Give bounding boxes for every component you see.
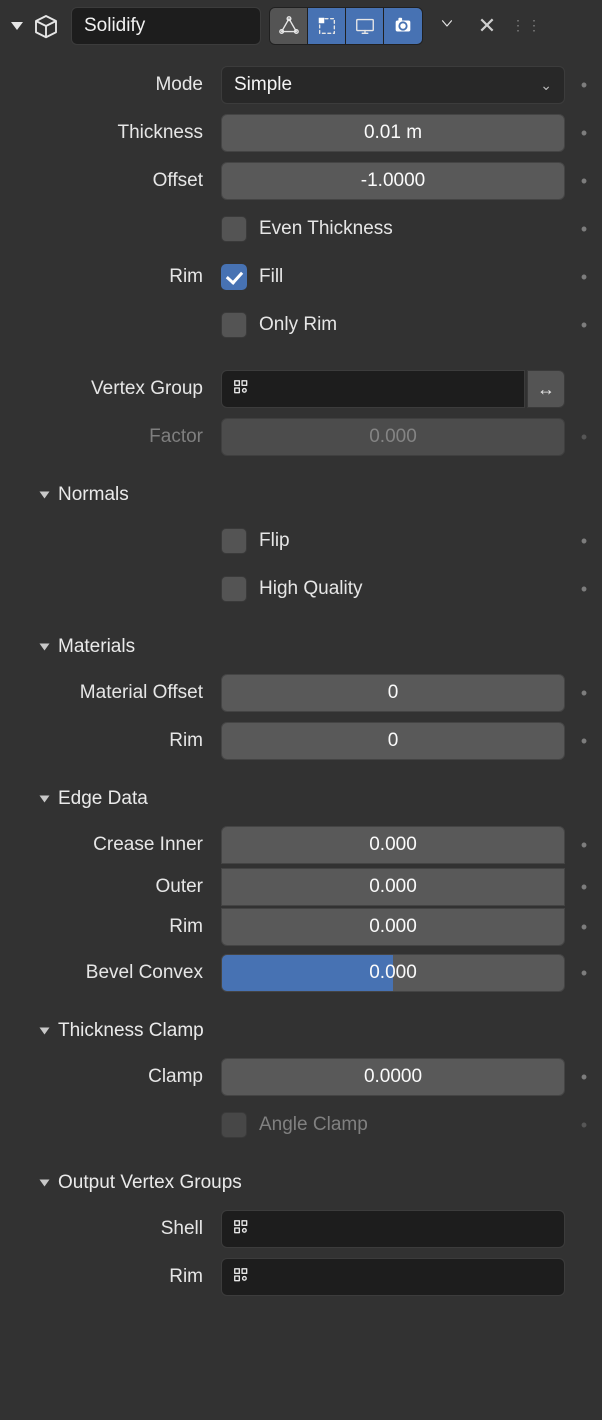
thickness-clamp-section-header[interactable]: Thickness Clamp — [3, 1009, 599, 1053]
thickness-input[interactable]: 0.01 m — [221, 114, 565, 152]
flip-normals-checkbox[interactable] — [221, 528, 247, 554]
toggle-cage[interactable] — [308, 8, 346, 44]
angle-clamp-label: Angle Clamp — [259, 1114, 368, 1136]
clamp-label: Clamp — [3, 1066, 221, 1088]
high-quality-label: High Quality — [259, 578, 363, 600]
mode-label: Mode — [3, 74, 221, 96]
bevel-convex-label: Bevel Convex — [3, 962, 221, 984]
collapse-toggle-icon[interactable] — [11, 22, 23, 30]
bevel-convex-input[interactable]: 0.000 — [221, 954, 565, 992]
toggle-edit-mode[interactable] — [270, 8, 308, 44]
chevron-down-icon — [40, 1028, 50, 1035]
high-quality-checkbox[interactable] — [221, 576, 247, 602]
offset-input[interactable]: -1.0000 — [221, 162, 565, 200]
vertex-group-input[interactable] — [221, 370, 525, 408]
thickness-label: Thickness — [3, 122, 221, 144]
factor-input: 0.000 — [221, 418, 565, 456]
material-offset-label: Material Offset — [3, 682, 221, 704]
only-rim-label: Only Rim — [259, 314, 337, 336]
angle-clamp-checkbox — [221, 1112, 247, 1138]
even-thickness-checkbox[interactable] — [221, 216, 247, 242]
modifier-header: Solidify ✕ ⋮⋮ — [3, 0, 599, 53]
crease-inner-label: Crease Inner — [3, 834, 221, 856]
crease-rim-label: Rim — [3, 916, 221, 938]
vertex-group-label: Vertex Group — [3, 378, 221, 400]
materials-section-header[interactable]: Materials — [3, 625, 599, 669]
output-vg-section-header[interactable]: Output Vertex Groups — [3, 1161, 599, 1205]
drag-handle[interactable]: ⋮⋮ — [511, 17, 529, 34]
chevron-down-icon — [40, 796, 50, 803]
output-shell-input[interactable] — [221, 1210, 565, 1248]
output-rim-input[interactable] — [221, 1258, 565, 1296]
rim-label: Rim — [3, 266, 221, 288]
material-offset-input[interactable]: 0 — [221, 674, 565, 712]
crease-outer-input[interactable]: 0.000 — [221, 868, 565, 906]
display-toggle-group — [269, 7, 423, 45]
offset-label: Offset — [3, 170, 221, 192]
flip-label: Flip — [259, 530, 290, 552]
vertex-group-invert-button[interactable]: ↔ — [527, 370, 565, 408]
chevron-down-icon — [40, 492, 50, 499]
output-rim-label: Rim — [3, 1266, 221, 1288]
rim-fill-checkbox[interactable] — [221, 264, 247, 290]
delete-modifier-button[interactable]: ✕ — [471, 13, 503, 39]
even-thickness-label: Even Thickness — [259, 218, 393, 240]
rim-fill-label: Fill — [259, 266, 283, 288]
clamp-input[interactable]: 0.0000 — [221, 1058, 565, 1096]
only-rim-checkbox[interactable] — [221, 312, 247, 338]
mode-select[interactable]: Simple⌄ — [221, 66, 565, 104]
modifier-name-input[interactable]: Solidify — [71, 7, 261, 45]
toggle-render[interactable] — [384, 8, 422, 44]
material-rim-input[interactable]: 0 — [221, 722, 565, 760]
output-shell-label: Shell — [3, 1218, 221, 1240]
normals-section-header[interactable]: Normals — [3, 473, 599, 517]
edge-data-section-header[interactable]: Edge Data — [3, 777, 599, 821]
chevron-down-icon — [40, 1180, 50, 1187]
material-rim-label: Rim — [3, 730, 221, 752]
crease-outer-label: Outer — [3, 876, 221, 898]
solidify-icon — [29, 9, 63, 43]
extras-dropdown[interactable] — [431, 14, 463, 38]
crease-rim-input[interactable]: 0.000 — [221, 908, 565, 946]
toggle-viewport[interactable] — [346, 8, 384, 44]
chevron-down-icon — [40, 644, 50, 651]
crease-inner-input[interactable]: 0.000 — [221, 826, 565, 864]
factor-label: Factor — [3, 426, 221, 448]
